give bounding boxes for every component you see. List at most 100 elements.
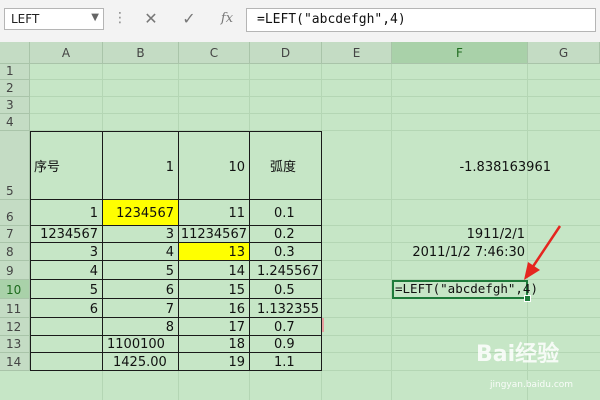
watermark-logo: Bai经验 bbox=[476, 342, 560, 367]
row-header-8[interactable]: 8 bbox=[0, 243, 30, 261]
cancel-icon[interactable]: ✕ bbox=[138, 8, 164, 30]
cell-a5[interactable]: 序号 bbox=[30, 131, 102, 199]
cell-c13[interactable]: 18 bbox=[179, 336, 249, 352]
red-cell-marker bbox=[322, 318, 324, 332]
row-number: 4 bbox=[6, 115, 14, 129]
cell-b5[interactable]: 1 bbox=[103, 131, 178, 199]
cell-c10[interactable]: 15 bbox=[179, 280, 249, 298]
cell-a9[interactable]: 4 bbox=[30, 261, 102, 279]
cell-b13[interactable]: 1100100 bbox=[103, 336, 178, 352]
cell-d7[interactable]: 0.2 bbox=[250, 226, 321, 242]
cell-text: 0.9 bbox=[274, 337, 295, 352]
formula-input[interactable]: =LEFT("abcdefgh",4) bbox=[246, 8, 596, 32]
cell-text: 11 bbox=[228, 206, 245, 221]
cell-text: 弧度 bbox=[270, 160, 297, 175]
cell-b11[interactable]: 7 bbox=[103, 299, 178, 317]
cell-a11[interactable]: 6 bbox=[30, 299, 102, 317]
column-header-a[interactable]: A bbox=[30, 42, 103, 64]
cell-b8[interactable]: 4 bbox=[103, 243, 178, 260]
cell-text: 11234567 bbox=[180, 227, 247, 242]
row-header-3[interactable]: 3 bbox=[0, 97, 30, 114]
cell-text: 1.1 bbox=[274, 355, 295, 370]
cell-text: 0.1 bbox=[274, 206, 295, 221]
watermark-url: jingyan.baidu.com bbox=[490, 380, 574, 390]
cell-b12[interactable]: 8 bbox=[103, 318, 178, 335]
cell-d5[interactable]: 弧度 bbox=[250, 131, 321, 199]
row-number: 5 bbox=[6, 184, 14, 198]
cell-d9[interactable]: 1.245567 bbox=[250, 261, 321, 279]
insert-function-icon[interactable]: fx bbox=[214, 8, 240, 30]
cell-text: 10 bbox=[228, 160, 245, 175]
cell-c12[interactable]: 17 bbox=[179, 318, 249, 335]
row-header-12[interactable]: 12 bbox=[0, 318, 30, 336]
row-header-9[interactable]: 9 bbox=[0, 261, 30, 280]
cell-c7[interactable]: 11234567 bbox=[179, 226, 249, 242]
cell-c5[interactable]: 10 bbox=[179, 131, 249, 199]
row-header-10[interactable]: 10 bbox=[0, 280, 30, 299]
row-header-14[interactable]: 14 bbox=[0, 353, 30, 371]
row-number: 2 bbox=[6, 81, 14, 95]
column-header-c[interactable]: C bbox=[179, 42, 250, 64]
cell-text: 17 bbox=[228, 320, 245, 335]
cell-text: -1.838163961 bbox=[459, 160, 551, 175]
cell-c14[interactable]: 19 bbox=[179, 353, 249, 370]
cell-d8[interactable]: 0.3 bbox=[250, 243, 321, 260]
cell-c11[interactable]: 16 bbox=[179, 299, 249, 317]
chevron-down-icon[interactable]: ▼ bbox=[91, 12, 99, 23]
cell-b6[interactable]: 1234567 bbox=[103, 200, 178, 225]
row-header-7[interactable]: 7 bbox=[0, 226, 30, 243]
cell-f5[interactable]: -1.838163961 bbox=[392, 131, 551, 199]
cell-text: 1234567 bbox=[116, 206, 174, 221]
row-number: 12 bbox=[6, 320, 22, 334]
cell-d14[interactable]: 1.1 bbox=[250, 353, 321, 370]
formula-text: =LEFT("abcdefgh",4) bbox=[257, 12, 406, 27]
row-number: 8 bbox=[6, 245, 14, 259]
row-header-5[interactable]: 5 bbox=[0, 131, 30, 200]
select-all-corner[interactable] bbox=[0, 42, 30, 64]
row-number: 3 bbox=[6, 98, 14, 112]
row-number: 1 bbox=[6, 64, 14, 78]
cell-b10[interactable]: 6 bbox=[103, 280, 178, 298]
cell-a8[interactable]: 3 bbox=[30, 243, 102, 260]
row-header-4[interactable]: 4 bbox=[0, 114, 30, 131]
cell-b14[interactable]: 1425.00 bbox=[103, 353, 178, 370]
row-header-2[interactable]: 2 bbox=[0, 80, 30, 97]
cell-d13[interactable]: 0.9 bbox=[250, 336, 321, 352]
cell-text: 13 bbox=[228, 245, 245, 260]
cell-d11[interactable]: 1.132355 bbox=[250, 299, 321, 317]
cell-c9[interactable]: 14 bbox=[179, 261, 249, 279]
name-box[interactable]: LEFT ▼ bbox=[4, 8, 104, 30]
column-header-g[interactable]: G bbox=[528, 42, 600, 64]
enter-icon[interactable]: ✓ bbox=[176, 8, 202, 30]
cell-c8[interactable]: 13 bbox=[179, 243, 249, 260]
cell-text: 1234567 bbox=[40, 227, 98, 242]
row-header-11[interactable]: 11 bbox=[0, 299, 30, 318]
row-header-6[interactable]: 6 bbox=[0, 200, 30, 226]
column-header-d[interactable]: D bbox=[250, 42, 322, 64]
cell-c6[interactable]: 11 bbox=[179, 200, 249, 225]
cell-text: 4 bbox=[89, 264, 98, 279]
cell-d6[interactable]: 0.1 bbox=[250, 200, 321, 225]
cell-f8[interactable]: 2011/1/2 7:46:30 bbox=[392, 243, 527, 260]
cell-text: 0.2 bbox=[274, 227, 295, 242]
row-header-1[interactable]: 1 bbox=[0, 64, 30, 80]
cell-b7[interactable]: 3 bbox=[103, 226, 178, 242]
cell-text: 1.132355 bbox=[256, 302, 319, 317]
fill-handle[interactable] bbox=[524, 295, 531, 302]
cell-a6[interactable]: 1 bbox=[30, 200, 102, 225]
row-header-13[interactable]: 13 bbox=[0, 336, 30, 353]
cell-text: 1911/2/1 bbox=[466, 227, 525, 242]
cell-d10[interactable]: 0.5 bbox=[250, 280, 321, 298]
cell-f7[interactable]: 1911/2/1 bbox=[392, 226, 527, 242]
column-header-e[interactable]: E bbox=[322, 42, 392, 64]
cell-b9[interactable]: 5 bbox=[103, 261, 178, 279]
cell-a10[interactable]: 5 bbox=[30, 280, 102, 298]
cell-text: 16 bbox=[228, 302, 245, 317]
cell-text: 1425.00 bbox=[113, 355, 167, 370]
column-header-b[interactable]: B bbox=[103, 42, 179, 64]
row-number: 7 bbox=[6, 227, 14, 241]
cell-d12[interactable]: 0.7 bbox=[250, 318, 321, 335]
cell-a7[interactable]: 1234567 bbox=[30, 226, 102, 242]
cell-text: 5 bbox=[165, 264, 174, 279]
column-header-f[interactable]: F bbox=[392, 42, 528, 64]
